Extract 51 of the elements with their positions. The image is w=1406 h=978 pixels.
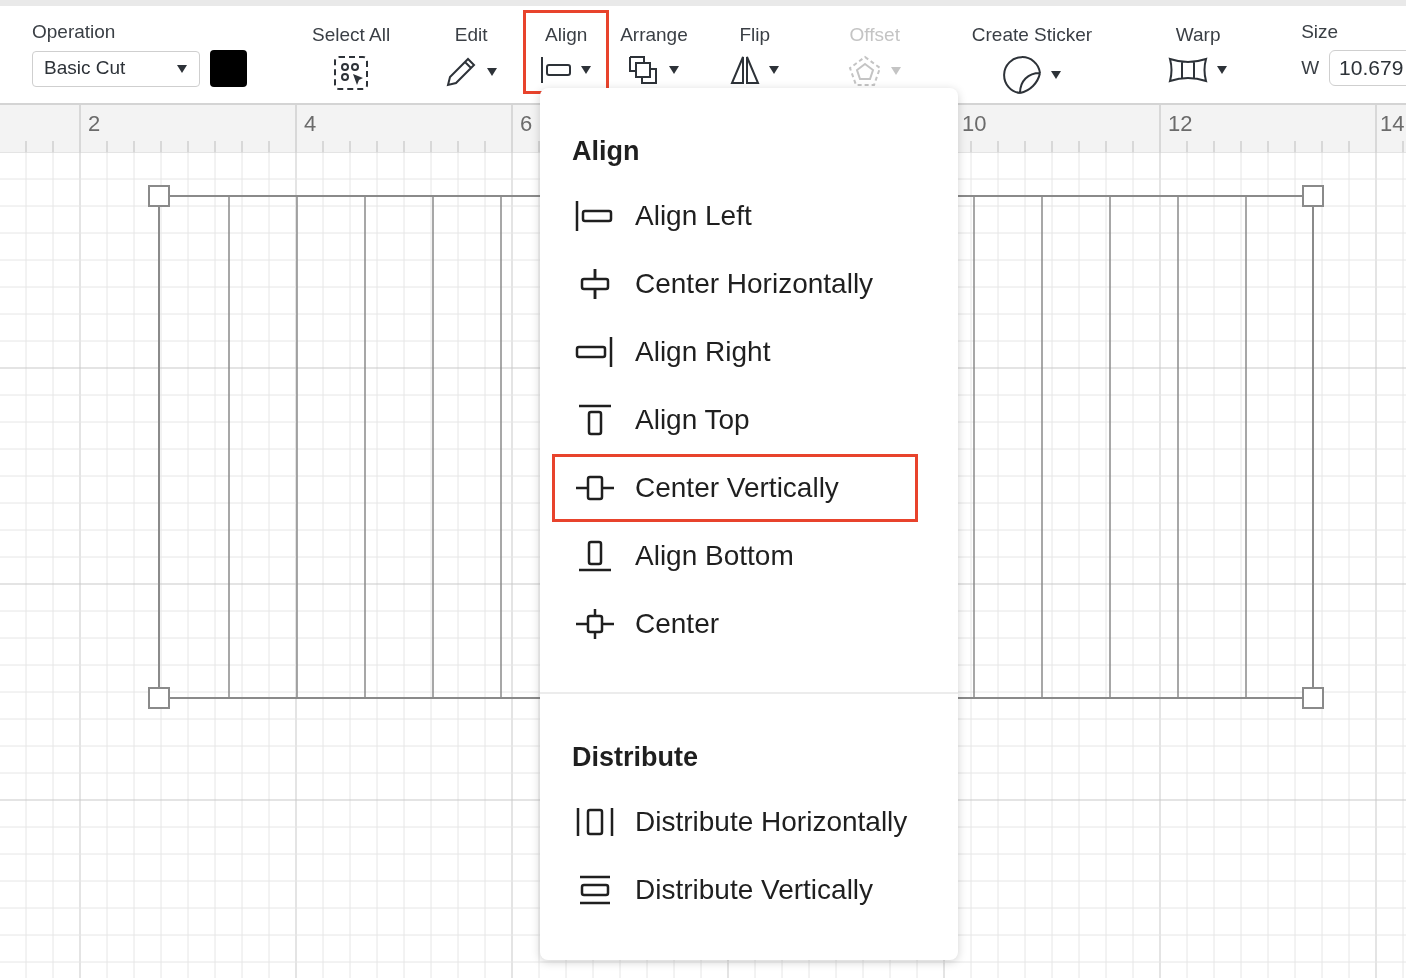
ruler-label: 2 <box>88 111 101 137</box>
menu-item[interactable]: Align Top <box>552 386 918 454</box>
caret-icon <box>176 63 188 74</box>
toolbar-button[interactable]: Edit <box>423 10 520 94</box>
ruler-label: 4 <box>304 111 317 137</box>
toolbar-button[interactable]: Arrange <box>609 10 699 94</box>
toolbar-button[interactable]: Create Sticker <box>938 10 1126 94</box>
warped-grid-icon <box>1168 56 1209 84</box>
section-heading: Distribute <box>572 741 698 774</box>
caret-icon <box>767 65 780 75</box>
menu-item[interactable]: Distribute Vertically <box>552 856 918 924</box>
menu-item[interactable]: Distribute Horizontally <box>552 788 918 856</box>
toolbar-button[interactable]: Warp <box>1129 10 1268 94</box>
selection-handle[interactable] <box>1302 185 1324 207</box>
menu-item[interactable]: Align Left <box>552 182 918 250</box>
dashed-selection-icon <box>333 55 370 91</box>
selection-handle[interactable] <box>148 185 170 207</box>
caret-icon <box>667 65 680 75</box>
align-left-icon <box>540 56 573 84</box>
caret-icon <box>486 67 499 77</box>
width-axis-label: W <box>1301 55 1320 80</box>
ruler-label: 14 <box>1380 111 1405 137</box>
operation-dropdown[interactable]: Basic Cut <box>32 50 200 87</box>
align-left-icon <box>575 200 615 232</box>
ruler-label: 6 <box>520 111 533 137</box>
selection-handle[interactable] <box>148 687 170 709</box>
menu-item[interactable]: Align Bottom <box>552 522 918 590</box>
menu-item[interactable]: Center Vertically <box>552 454 918 522</box>
toolbar-button[interactable]: Select All <box>279 10 424 94</box>
menu-item[interactable]: Align Right <box>552 318 918 386</box>
dashed-pentagon-icon <box>847 55 882 87</box>
center-icon <box>575 608 615 640</box>
caret-icon <box>1049 70 1062 80</box>
operation-label: Operation <box>32 20 117 44</box>
menu-item[interactable]: Center Horizontally <box>552 250 918 318</box>
size-label: Size <box>1301 20 1340 44</box>
section-heading: Align <box>572 135 640 168</box>
mirrored-triangles-icon <box>729 55 760 85</box>
overlapping-squares-icon <box>627 55 660 85</box>
toolbar-button[interactable]: Flip <box>698 10 811 94</box>
color-swatch[interactable] <box>210 50 247 87</box>
ruler-label: 12 <box>1168 111 1193 137</box>
align-right-icon <box>575 336 615 368</box>
selection-handle[interactable] <box>1302 687 1324 709</box>
width-input[interactable]: 10.679 <box>1329 50 1406 86</box>
ruler-label: 10 <box>962 111 987 137</box>
menu-item[interactable]: Center <box>552 590 918 658</box>
distribute-horizontally-icon <box>575 806 615 838</box>
caret-icon <box>580 65 593 75</box>
caret-icon <box>889 66 902 76</box>
caret-icon <box>1216 65 1229 75</box>
